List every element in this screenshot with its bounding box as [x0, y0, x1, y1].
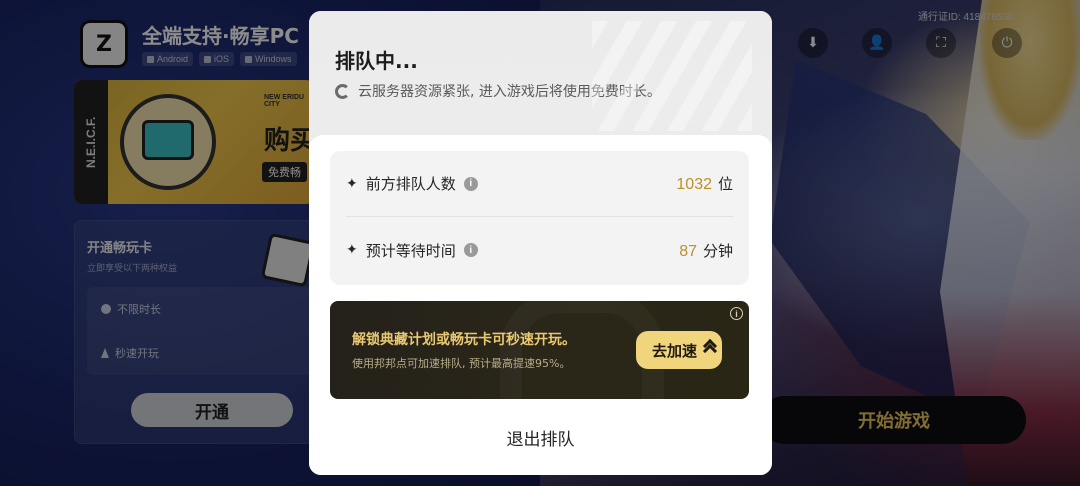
speedup-title: 解锁典藏计划或畅玩卡可秒速开玩。	[352, 332, 576, 348]
wait-time-unit: 分钟	[702, 241, 733, 260]
notice-text: 云服务器资源紧张, 进入游戏后将使用免费时长。	[358, 84, 661, 100]
refresh-icon	[335, 83, 350, 99]
sparkle-icon: ✦	[346, 175, 358, 192]
speedup-button[interactable]: 去加速	[636, 331, 722, 369]
speedup-subtitle: 使用邦邦点可加速排队, 预计最高提速95%。	[352, 357, 571, 370]
info-icon[interactable]: i	[730, 307, 743, 320]
info-icon[interactable]: i	[463, 243, 478, 257]
modal-notice: 云服务器资源紧张, 进入游戏后将使用免费时长。	[335, 81, 661, 101]
queue-count-unit: 位	[717, 175, 733, 193]
double-chevron-up-icon	[702, 338, 718, 363]
stat-queue-position: ✦ 前方排队人数 i 1032 位	[346, 151, 733, 217]
stat-label: 预计等待时间	[365, 241, 456, 260]
speedup-button-label: 去加速	[652, 341, 698, 360]
queue-count: 1032	[676, 176, 712, 193]
queue-modal: 排队中... 云服务器资源紧张, 进入游戏后将使用免费时长。 ✦ 前方排队人数 …	[309, 11, 772, 475]
modal-body: ✦ 前方排队人数 i 1032 位 ✦ 预计等待时间 i 87 分钟 i 解锁典…	[309, 135, 772, 475]
modal-title: 排队中...	[335, 49, 418, 73]
stat-label: 前方排队人数	[365, 175, 456, 193]
exit-queue-button[interactable]: 退出排队	[309, 419, 772, 455]
wait-time-value: 87	[679, 242, 697, 260]
stat-wait-time: ✦ 预计等待时间 i 87 分钟	[346, 217, 733, 283]
sparkle-icon: ✦	[346, 242, 358, 258]
queue-stats: ✦ 前方排队人数 i 1032 位 ✦ 预计等待时间 i 87 分钟	[330, 151, 749, 285]
info-icon[interactable]: i	[463, 176, 478, 191]
speedup-card: i 解锁典藏计划或畅玩卡可秒速开玩。 使用邦邦点可加速排队, 预计最高提速95%…	[330, 301, 749, 399]
